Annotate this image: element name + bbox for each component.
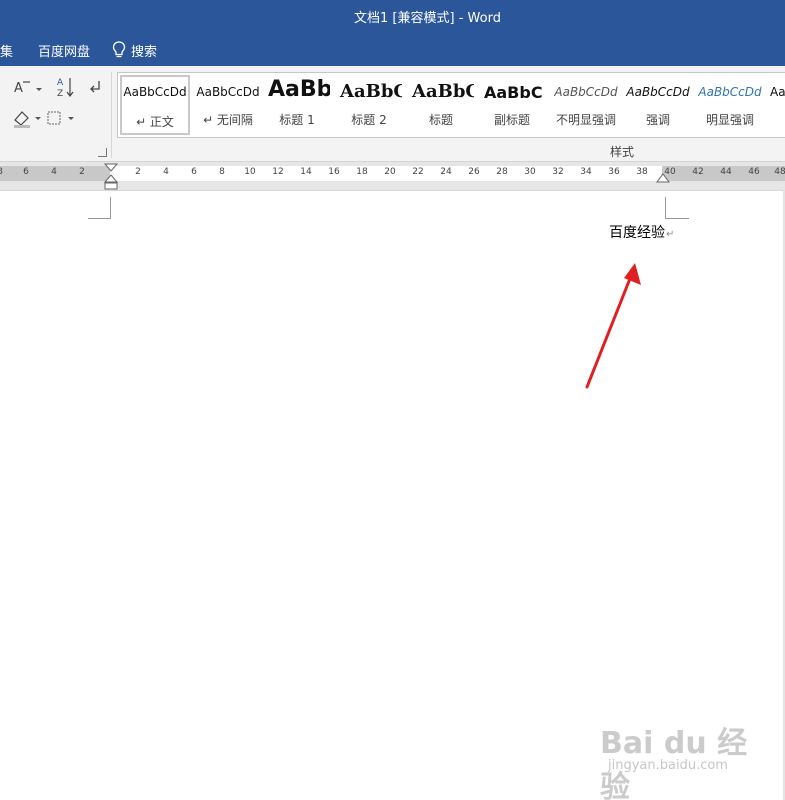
style-no-spacing[interactable]: AaBbCcDd ↵ 无间隔 bbox=[192, 75, 264, 135]
paragraph-mark: ↵ bbox=[666, 229, 675, 240]
title-bar: 文档1 [兼容模式] - Word bbox=[0, 0, 785, 32]
ruler-tick: 32 bbox=[552, 167, 564, 177]
style-intense-emphasis[interactable]: AaBbCcDd 明显强调 bbox=[694, 75, 766, 135]
style-preview: AaBbCcDd bbox=[626, 85, 690, 99]
style-emphasis[interactable]: AaBbCcDd 强调 bbox=[622, 75, 694, 135]
margin-corner-left bbox=[88, 218, 110, 219]
ruler-tick: 38 bbox=[636, 167, 648, 177]
ribbon: A A Z AaBbCcDd ↵ 正文 AaBbCcDd ↵ 无间隔 AaBb … bbox=[0, 66, 785, 162]
ruler-tick: 16 bbox=[328, 167, 340, 177]
style-label: 明显强调 bbox=[705, 113, 754, 127]
ruler-tick: 24 bbox=[440, 167, 452, 177]
style-preview: AaBb bbox=[268, 77, 330, 102]
styles-group-label: 样式 bbox=[610, 145, 635, 159]
document-page[interactable]: 百度经验↵ bbox=[0, 190, 785, 800]
style-heading-2[interactable]: AaBbC 标题 2 bbox=[336, 75, 402, 135]
style-preview: AaI bbox=[770, 85, 785, 99]
red-arrow-annotation bbox=[585, 263, 641, 389]
ruler-tick: 6 bbox=[23, 167, 29, 177]
style-preview: AaBbC bbox=[340, 81, 402, 102]
char-format-icon[interactable]: A bbox=[14, 78, 42, 98]
ruler-tick: 6 bbox=[191, 167, 197, 177]
svg-text:A: A bbox=[57, 78, 64, 88]
margin-corner-right bbox=[665, 218, 689, 219]
ruler-tick: 34 bbox=[580, 167, 592, 177]
style-title[interactable]: AaBbC 标题 bbox=[408, 75, 474, 135]
ruler-tick: 8 bbox=[219, 167, 225, 177]
left-indent-marker[interactable] bbox=[103, 162, 119, 192]
style-label: 强调 bbox=[645, 113, 670, 127]
ruler-tick: 8 bbox=[0, 167, 3, 177]
svg-text:A: A bbox=[14, 81, 23, 96]
style-subtitle[interactable]: AaBbC 副标题 bbox=[480, 75, 544, 135]
ruler-tick: 10 bbox=[244, 167, 256, 177]
style-label: 副标题 bbox=[493, 113, 530, 127]
lightbulb-icon bbox=[112, 41, 126, 58]
shading-icon[interactable] bbox=[12, 108, 42, 128]
ruler-tick: 26 bbox=[468, 167, 480, 177]
ruler-tick: 46 bbox=[748, 167, 760, 177]
ruler-tick: 2 bbox=[135, 167, 141, 177]
ruler-tick: 48 bbox=[774, 167, 785, 177]
margin-corner-left bbox=[110, 197, 111, 219]
ruler-tick: 4 bbox=[163, 167, 169, 177]
show-marks-icon[interactable] bbox=[89, 79, 103, 95]
style-label: 标题 2 bbox=[351, 113, 387, 127]
style-label: 标题 bbox=[428, 113, 453, 127]
ruler-tick: 44 bbox=[720, 167, 732, 177]
menu-bar: 集 百度网盘 搜索 bbox=[0, 32, 785, 66]
ruler-tick: 18 bbox=[356, 167, 368, 177]
ruler-tick: 20 bbox=[384, 167, 396, 177]
ruler-tick: 22 bbox=[412, 167, 424, 177]
tell-me-search[interactable]: 搜索 bbox=[131, 41, 157, 60]
style-label: 标题 1 bbox=[279, 113, 315, 127]
document-text: 百度经验 bbox=[609, 225, 665, 241]
ruler-tick: 14 bbox=[300, 167, 312, 177]
styles-gallery: AaBbCcDd ↵ 正文 AaBbCcDd ↵ 无间隔 AaBb 标题 1 A… bbox=[117, 72, 785, 138]
style-label: ↵ 正文 bbox=[136, 115, 174, 129]
style-partial[interactable]: AaI bbox=[770, 75, 785, 135]
style-preview: AaBbCcDd bbox=[196, 85, 260, 99]
paragraph-dialog-launcher[interactable] bbox=[98, 148, 107, 157]
menu-tab-baidu-netdisk[interactable]: 百度网盘 bbox=[38, 41, 90, 60]
sort-icon[interactable]: A Z bbox=[57, 76, 75, 98]
style-heading-1[interactable]: AaBb 标题 1 bbox=[264, 75, 330, 135]
style-label: 不明显强调 bbox=[555, 113, 616, 127]
style-label: ↵ 无间隔 bbox=[203, 113, 253, 127]
style-preview: AaBbCcDd bbox=[698, 85, 762, 99]
style-preview: AaBbC bbox=[412, 81, 474, 102]
svg-text:Z: Z bbox=[57, 89, 63, 98]
ruler-tick: 2 bbox=[79, 167, 85, 177]
ruler-tick: 42 bbox=[692, 167, 704, 177]
style-normal[interactable]: AaBbCcDd ↵ 正文 bbox=[120, 75, 190, 135]
baidu-watermark: Bai du 经验 jingyan.baidu.com bbox=[600, 718, 750, 800]
style-preview: AaBbCcDd bbox=[123, 85, 187, 99]
ruler-tick: 36 bbox=[608, 167, 620, 177]
watermark-url: jingyan.baidu.com bbox=[608, 758, 728, 773]
right-indent-marker[interactable] bbox=[656, 172, 670, 184]
style-preview: AaBbCcDd bbox=[554, 85, 618, 99]
ruler-tick: 28 bbox=[496, 167, 508, 177]
ruler-tick: 4 bbox=[51, 167, 57, 177]
borders-icon[interactable] bbox=[46, 110, 76, 126]
document-paragraph[interactable]: 百度经验↵ bbox=[609, 222, 674, 242]
menu-tab-collection[interactable]: 集 bbox=[0, 41, 13, 60]
style-preview: AaBbC bbox=[484, 83, 543, 102]
margin-corner-right bbox=[665, 197, 666, 219]
window-title: 文档1 [兼容模式] - Word bbox=[354, 10, 501, 26]
ruler-tick: 12 bbox=[272, 167, 284, 177]
style-subtle-emphasis[interactable]: AaBbCcDd 不明显强调 bbox=[550, 75, 622, 135]
group-separator bbox=[111, 72, 112, 158]
ruler-tick: 30 bbox=[524, 167, 536, 177]
